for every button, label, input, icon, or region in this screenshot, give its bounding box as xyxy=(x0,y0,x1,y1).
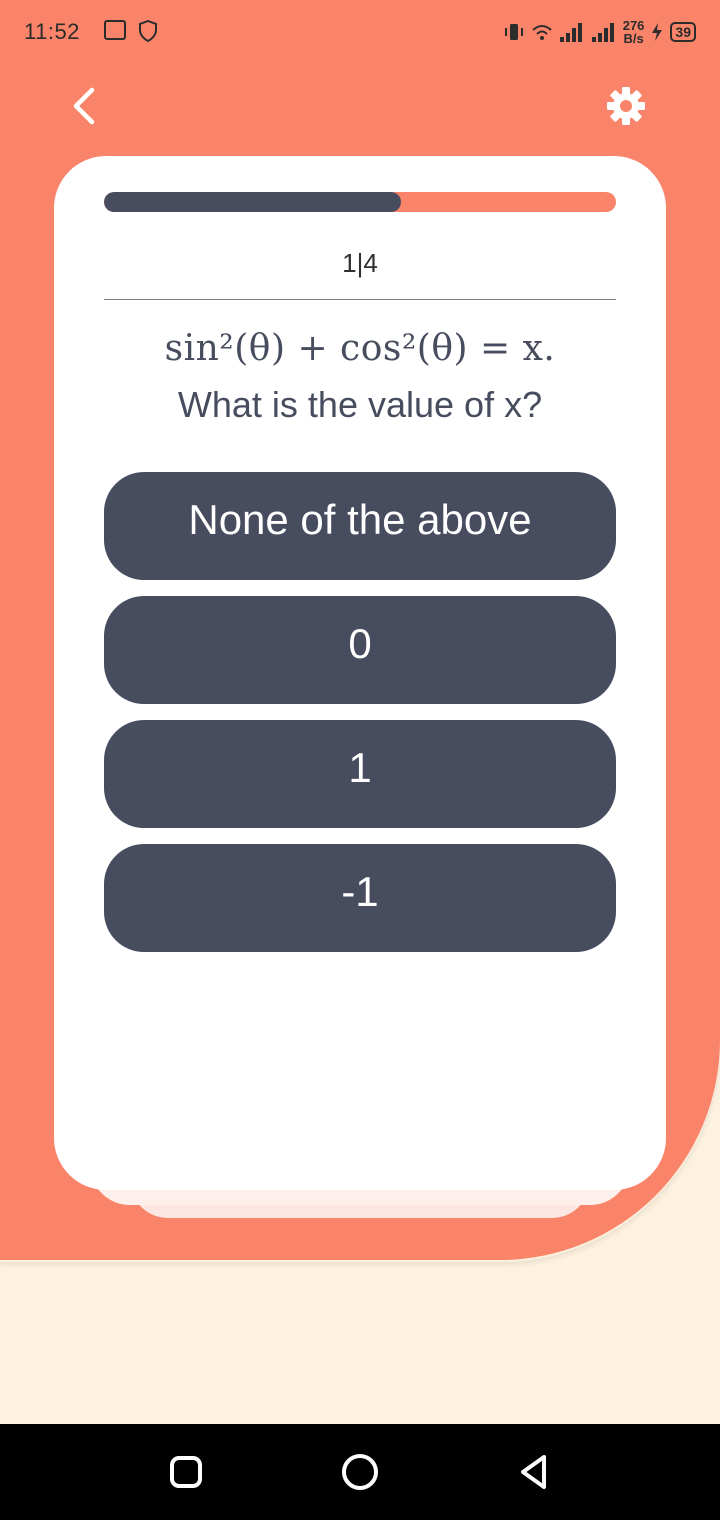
question-card: 1|4 sin²(θ) + cos²(θ) = x. What is the v… xyxy=(54,156,666,1190)
signal-icon-1 xyxy=(559,23,582,42)
system-navigation-bar xyxy=(0,1424,720,1520)
home-button[interactable] xyxy=(340,1452,380,1492)
signal-icon-2 xyxy=(591,23,614,42)
triangle-back-icon xyxy=(521,1455,546,1489)
answer-option[interactable]: -1 xyxy=(104,844,616,952)
answer-option-label: None of the above xyxy=(188,496,532,543)
battery-level: 39 xyxy=(670,22,696,42)
progress-fill xyxy=(104,192,401,212)
progress-bar xyxy=(104,192,616,212)
circle-icon xyxy=(342,1454,378,1490)
answer-option[interactable]: None of the above xyxy=(104,472,616,580)
answer-option[interactable]: 0 xyxy=(104,596,616,704)
settings-button[interactable] xyxy=(602,82,650,130)
divider xyxy=(104,299,616,300)
chevron-left-icon xyxy=(73,87,95,125)
answer-option-label: -1 xyxy=(341,868,379,915)
answer-option-label: 0 xyxy=(348,620,372,667)
charging-bolt-icon xyxy=(652,23,663,41)
shield-notification-icon xyxy=(139,20,157,42)
question-text: What is the value of x? xyxy=(177,384,543,425)
back-button[interactable] xyxy=(60,82,108,130)
answer-option[interactable]: 1 xyxy=(104,720,616,828)
status-bar: 11:52 276 B/s 39 xyxy=(0,0,720,64)
vibrate-icon xyxy=(504,24,523,40)
network-speed: 276 B/s xyxy=(623,19,645,45)
status-time: 11:52 xyxy=(24,19,80,44)
status-right-group: 276 B/s 39 xyxy=(503,14,696,50)
nav-back-button[interactable] xyxy=(514,1452,554,1492)
wifi-icon xyxy=(532,25,552,40)
answer-option-label: 1 xyxy=(348,744,372,791)
question-equation: sin²(θ) + cos²(θ) = x. xyxy=(164,328,556,369)
gallery-notification-icon xyxy=(104,20,126,40)
recents-button[interactable] xyxy=(166,1452,206,1492)
square-icon xyxy=(170,1456,202,1488)
question-counter: 1|4 xyxy=(342,248,378,278)
gear-icon xyxy=(607,87,645,125)
network-speed-unit: B/s xyxy=(623,31,644,46)
